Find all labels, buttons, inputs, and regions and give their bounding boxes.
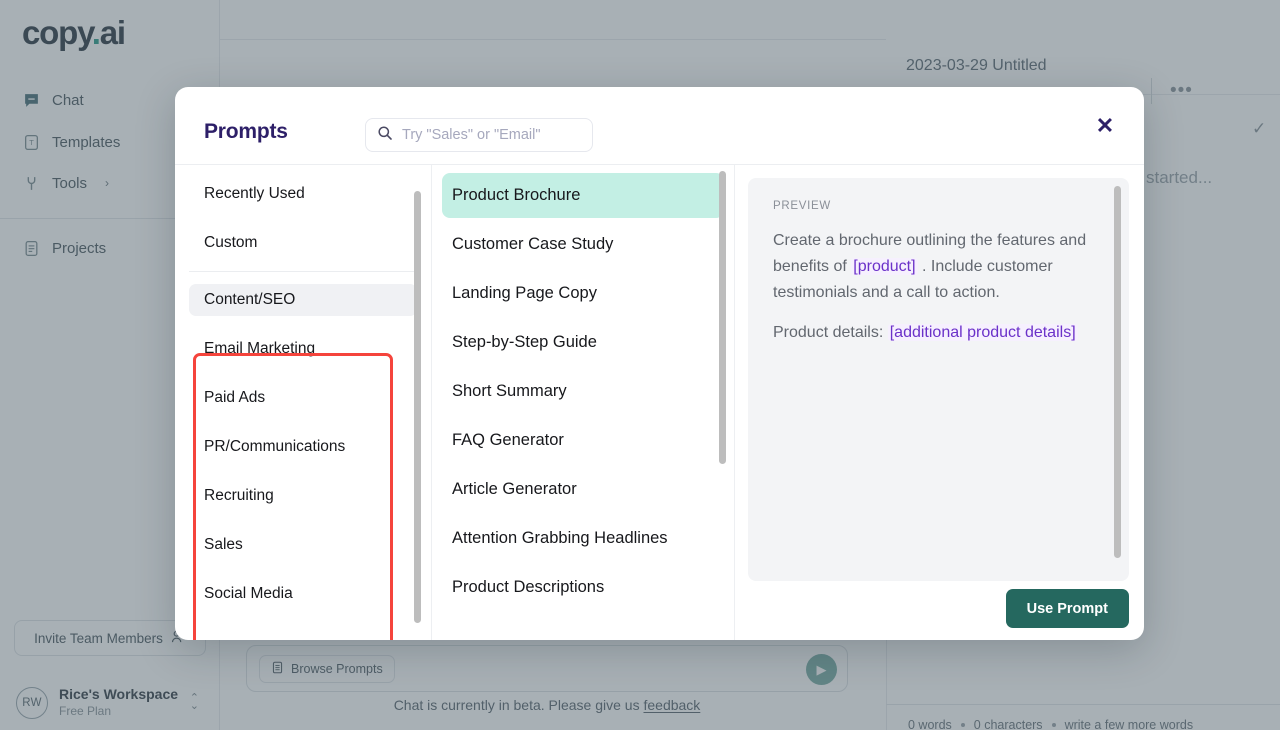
preview-line2-a: Product details: [773, 324, 888, 341]
search-box[interactable] [365, 118, 593, 152]
prompt-item-product-brochure[interactable]: Product Brochure [442, 173, 724, 218]
prompt-label: Article Generator [452, 480, 577, 499]
modal-title: Prompts [204, 120, 288, 144]
preview-footer: Use Prompt [1006, 589, 1129, 628]
category-social-media[interactable]: Social Media [189, 578, 417, 610]
prompt-label: Customer Case Study [452, 235, 613, 254]
category-sales[interactable]: Sales [189, 529, 417, 561]
category-pr-communications[interactable]: PR/Communications [189, 431, 417, 463]
prompt-label: Attention Grabbing Headlines [452, 529, 668, 548]
preview-card: PREVIEW Create a brochure outlining the … [748, 178, 1129, 581]
prompt-item-customer-case-study[interactable]: Customer Case Study [442, 222, 724, 267]
category-column: Recently Used Custom Content/SEO Email M… [175, 165, 432, 640]
category-label: Sales [204, 536, 243, 554]
category-label: Custom [204, 234, 257, 252]
prompts-modal: Prompts ✕ Recently Used Custom Content/S… [175, 87, 1144, 640]
prompt-label: Landing Page Copy [452, 284, 597, 303]
prompt-item-product-descriptions[interactable]: Product Descriptions [442, 565, 724, 610]
category-recently-used[interactable]: Recently Used [189, 178, 417, 210]
modal-header: Prompts ✕ [175, 87, 1144, 165]
category-custom[interactable]: Custom [189, 227, 417, 259]
preview-label: PREVIEW [773, 200, 1104, 212]
category-label: Paid Ads [204, 389, 265, 407]
close-icon[interactable]: ✕ [1092, 113, 1118, 139]
prompt-list-scrollbar[interactable] [719, 171, 726, 464]
search-icon [377, 125, 393, 146]
prompt-list-column: Product Brochure Customer Case Study Lan… [432, 165, 735, 640]
category-label: Email Marketing [204, 340, 315, 358]
category-scrollbar[interactable] [414, 191, 421, 623]
category-paid-ads[interactable]: Paid Ads [189, 382, 417, 414]
prompt-label: Product Descriptions [452, 578, 604, 597]
prompt-item-step-by-step-guide[interactable]: Step-by-Step Guide [442, 320, 724, 365]
prompt-item-attention-grabbing-headlines[interactable]: Attention Grabbing Headlines [442, 516, 724, 561]
placeholder-product: [product] [851, 258, 917, 275]
modal-body: Recently Used Custom Content/SEO Email M… [175, 165, 1144, 640]
prompt-label: FAQ Generator [452, 431, 564, 450]
prompt-item-landing-page-copy[interactable]: Landing Page Copy [442, 271, 724, 316]
prompt-item-faq-generator[interactable]: FAQ Generator [442, 418, 724, 463]
category-label: Recruiting [204, 487, 274, 505]
preview-text: Create a brochure outlining the features… [773, 228, 1104, 346]
category-divider [189, 271, 417, 272]
prompt-label: Step-by-Step Guide [452, 333, 597, 352]
category-label: Content/SEO [204, 291, 295, 309]
preview-scrollbar[interactable] [1114, 186, 1121, 558]
prompt-label: Short Summary [452, 382, 567, 401]
search-input[interactable] [402, 127, 581, 143]
category-label: PR/Communications [204, 438, 345, 456]
category-email-marketing[interactable]: Email Marketing [189, 333, 417, 365]
preview-column: PREVIEW Create a brochure outlining the … [735, 165, 1144, 640]
preview-line2: Product details: [additional product det… [773, 320, 1104, 346]
prompt-item-short-summary[interactable]: Short Summary [442, 369, 724, 414]
prompt-item-article-generator[interactable]: Article Generator [442, 467, 724, 512]
category-label: Recently Used [204, 185, 305, 203]
category-recruiting[interactable]: Recruiting [189, 480, 417, 512]
use-prompt-button[interactable]: Use Prompt [1006, 589, 1129, 628]
placeholder-additional-product-details: [additional product details] [888, 324, 1078, 341]
prompt-label: Product Brochure [452, 186, 580, 205]
category-label: Social Media [204, 585, 293, 603]
category-content-seo[interactable]: Content/SEO [189, 284, 417, 316]
